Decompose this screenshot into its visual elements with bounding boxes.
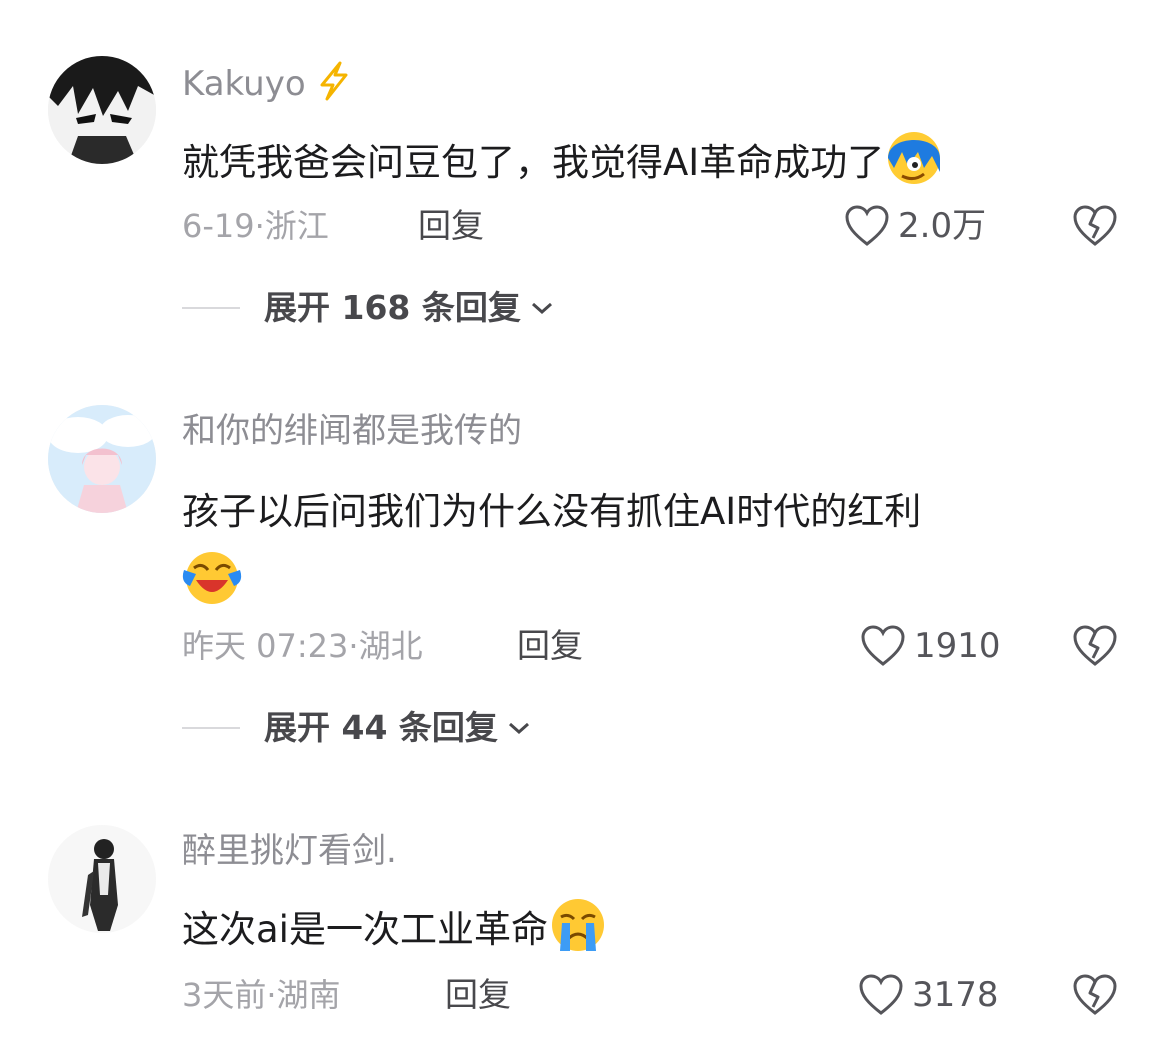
heart-icon	[845, 205, 889, 246]
chevron-down-icon	[508, 722, 529, 735]
broken-heart-icon	[1073, 625, 1117, 666]
like-button[interactable]: 2.0万	[844, 204, 986, 248]
like-count: 1910	[914, 626, 1001, 666]
comment-text: 孩子以后问我们为什么没有抓住AI时代的红利	[182, 476, 1082, 630]
username[interactable]: Kakuyo	[182, 61, 352, 110]
like-button[interactable]: 3178	[858, 973, 999, 1017]
reply-button[interactable]: 回复	[418, 206, 484, 246]
username[interactable]: 和你的绯闻都是我传的	[182, 411, 522, 451]
like-count: 3178	[912, 975, 999, 1015]
comment-text: 这次ai是一次工业革命	[182, 895, 1082, 968]
like-button[interactable]: 1910	[860, 624, 1001, 668]
avatar[interactable]	[48, 56, 156, 164]
divider-line	[182, 727, 240, 729]
comment-meta: 昨天 07:23·湖北	[182, 627, 423, 665]
dislike-button[interactable]	[1072, 973, 1118, 1017]
broken-heart-icon	[1073, 974, 1117, 1015]
crying-laughing-emoji	[182, 548, 242, 630]
expand-replies-button[interactable]: 展开 168 条回复	[182, 286, 555, 330]
dislike-button[interactable]	[1072, 624, 1118, 668]
avatar[interactable]	[48, 825, 156, 933]
username[interactable]: 醉里挑灯看剑.	[182, 831, 397, 871]
reply-button[interactable]: 回复	[517, 626, 583, 666]
lightning-icon	[316, 61, 352, 110]
heart-icon	[859, 974, 903, 1015]
heart-icon	[861, 625, 905, 666]
avatar[interactable]	[48, 405, 156, 513]
like-count: 2.0万	[898, 206, 987, 246]
reply-button[interactable]: 回复	[445, 975, 511, 1015]
crying-emoji	[548, 895, 608, 968]
comment-text: 就凭我爸会问豆包了，我觉得AI革命成功了	[182, 128, 1082, 201]
chevron-down-icon	[531, 302, 552, 315]
comment-meta: 3天前·湖南	[182, 976, 341, 1014]
broken-heart-icon	[1073, 205, 1117, 246]
blue-hair-face-emoji	[884, 128, 944, 201]
dislike-button[interactable]	[1072, 204, 1118, 248]
comment-meta: 6-19·浙江	[182, 207, 329, 245]
divider-line	[182, 307, 240, 309]
expand-replies-button[interactable]: 展开 44 条回复	[182, 706, 532, 750]
